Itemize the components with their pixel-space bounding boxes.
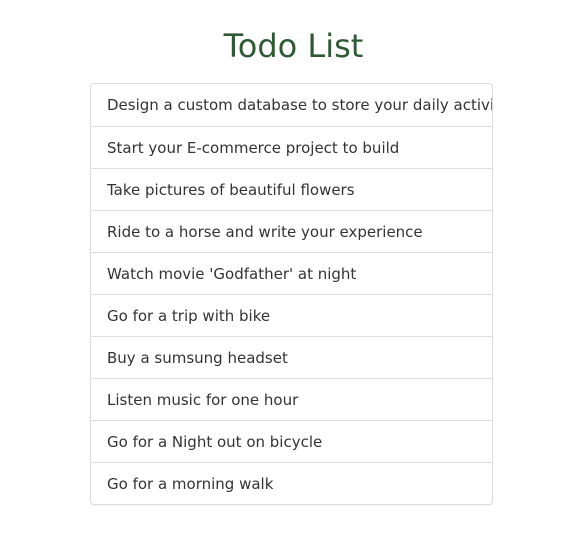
todo-item[interactable]: Start your E-commerce project to build [91, 126, 492, 168]
todo-item[interactable]: Watch movie 'Godfather' at night [91, 252, 492, 294]
todo-item[interactable]: Listen music for one hour [91, 378, 492, 420]
todo-item[interactable]: Go for a morning walk [91, 462, 492, 504]
todo-item[interactable]: Buy a sumsung headset [91, 336, 492, 378]
todo-item[interactable]: Take pictures of beautiful flowers [91, 168, 492, 210]
todo-list: Design a custom database to store your d… [90, 83, 493, 505]
todo-item[interactable]: Go for a trip with bike [91, 294, 492, 336]
page-title: Todo List [223, 27, 364, 65]
todo-item[interactable]: Ride to a horse and write your experienc… [91, 210, 492, 252]
todo-item[interactable]: Design a custom database to store your d… [91, 84, 492, 126]
todo-item[interactable]: Go for a Night out on bicycle [91, 420, 492, 462]
